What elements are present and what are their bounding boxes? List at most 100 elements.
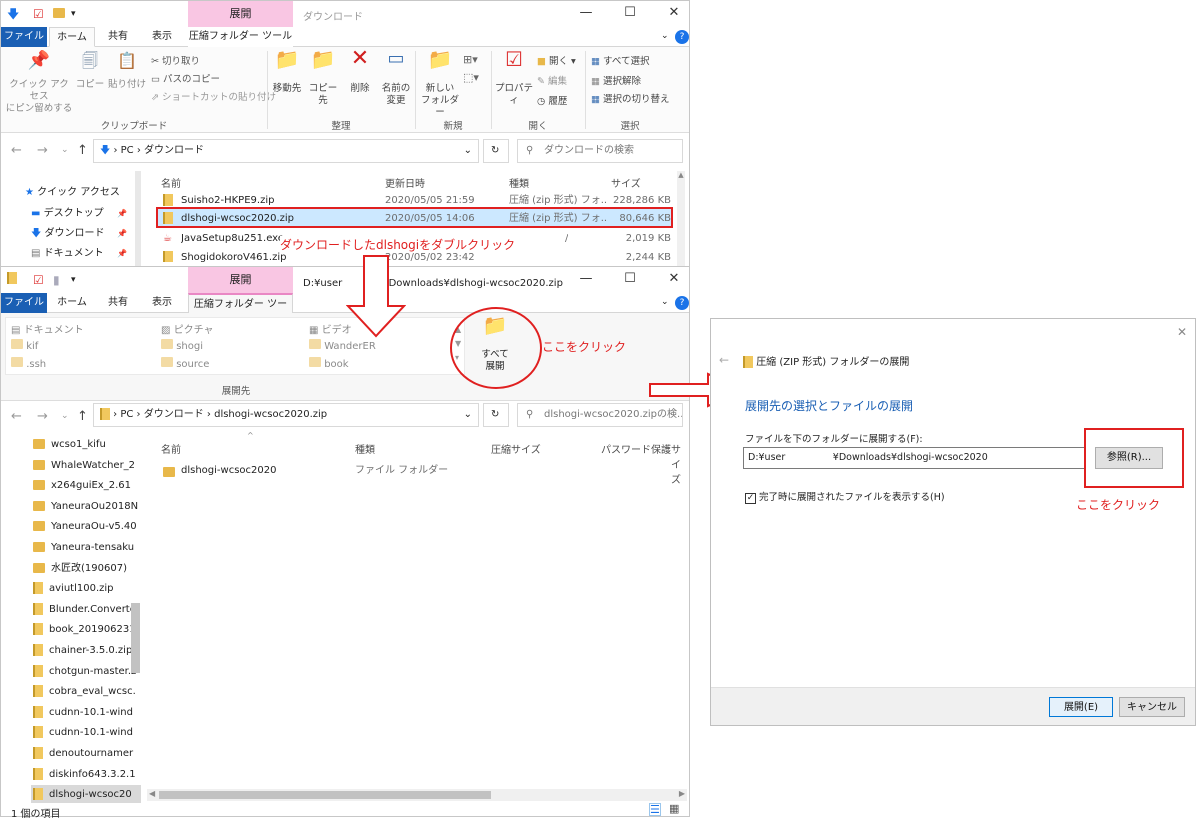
sidebar-item[interactable]: chotgun-master.z [33, 662, 136, 681]
breadcrumb-downloads[interactable]: ダウンロード [144, 409, 204, 420]
file-icon[interactable]: ▮ [53, 272, 60, 288]
checkbox-icon[interactable]: ☑ [33, 272, 44, 288]
open-button[interactable]: ■ 開く ▾ [537, 53, 576, 67]
column-size[interactable]: サイズ [611, 175, 641, 190]
new-folder-button[interactable]: 📁 新しい フォルダー [419, 49, 461, 119]
list-scrollbar[interactable]: ▲ [677, 171, 685, 267]
sidebar-item[interactable]: cobra_eval_wcsc. [33, 682, 136, 701]
sidebar-item[interactable]: denoutournamer [33, 744, 133, 763]
maximize-icon[interactable]: ☐ [615, 5, 645, 20]
dest-pictures[interactable]: ▨ ピクチャ [161, 321, 214, 336]
breadcrumb-downloads[interactable]: ダウンロード [144, 145, 204, 156]
checkbox-icon[interactable]: ☑ [33, 6, 44, 22]
column-type[interactable]: 種類 [509, 175, 529, 190]
sidebar-item[interactable]: cudnn-10.1-wind [33, 703, 133, 722]
refresh-button[interactable]: ↻ [483, 139, 509, 163]
help-icon[interactable]: ? [675, 30, 689, 44]
close-icon[interactable]: ✕ [1177, 325, 1187, 339]
column-name[interactable]: 名前 [161, 441, 181, 456]
dest-shogi[interactable]: shogi [161, 339, 203, 352]
tab-compressed-tools[interactable]: 圧縮フォルダー ツール [188, 293, 293, 330]
minimize-icon[interactable]: — [571, 271, 601, 286]
search-input[interactable]: ⚲ ダウンロードの検索 [517, 139, 683, 163]
sidebar-item[interactable]: wcso1_kifu [33, 435, 106, 454]
address-bar[interactable]: › PC › ダウンロード › dlshogi-wcsoc2020.zip ⌄ [93, 403, 479, 427]
back-icon[interactable]: ← [11, 409, 22, 424]
tab-view[interactable]: 表示 [141, 27, 183, 47]
close-icon[interactable]: ✕ [659, 5, 689, 20]
tab-compressed-tools[interactable]: 圧縮フォルダー ツール [188, 27, 293, 47]
scroll-up-icon[interactable]: ▲ [677, 171, 685, 179]
sidebar-item[interactable]: Blunder.Converte [33, 600, 136, 619]
close-icon[interactable]: ✕ [659, 271, 689, 286]
sidebar-item-documents[interactable]: ▤ ドキュメント [31, 244, 104, 263]
recent-icon[interactable]: ⌄ [61, 145, 69, 155]
back-icon[interactable]: ← [719, 353, 729, 367]
sidebar-item[interactable]: book_201906231 [33, 620, 136, 639]
breadcrumb-pc[interactable]: PC [121, 145, 134, 156]
collapse-ribbon-icon[interactable]: ⌄ [661, 297, 669, 307]
sidebar-item[interactable]: YaneuraOu2018N [33, 497, 138, 516]
tab-share[interactable]: 共有 [97, 293, 139, 313]
scroll-right-icon[interactable]: ▶ [679, 789, 685, 798]
sidebar-item-downloads[interactable]: 🡇 ダウンロード [31, 224, 104, 243]
column-compressed-size[interactable]: 圧縮サイズ [491, 441, 541, 456]
properties-button[interactable]: ☑ プロパティ [493, 49, 535, 107]
history-button[interactable]: ◷ 履歴 [537, 93, 567, 107]
tab-home[interactable]: ホーム [49, 293, 95, 313]
sidebar-item[interactable]: 水匠改(190607) [33, 559, 127, 578]
dest-source[interactable]: source [161, 357, 209, 370]
cut-button[interactable]: ✂ 切り取り [151, 53, 200, 67]
tab-share[interactable]: 共有 [97, 27, 139, 47]
pin-quick-access-button[interactable]: 📌 クイック アクセス にピン留めする [5, 52, 73, 115]
address-bar[interactable]: 🡇 › PC › ダウンロード ⌄ [93, 139, 479, 163]
scroll-left-icon[interactable]: ◀ [149, 789, 155, 798]
sidebar-item[interactable]: dlshogi-wcsoc20 [31, 785, 141, 803]
back-icon[interactable]: ← [11, 143, 22, 158]
column-date[interactable]: 更新日時 [385, 175, 425, 190]
cancel-button[interactable]: キャンセル [1119, 697, 1185, 717]
dest-book[interactable]: book [309, 357, 349, 370]
select-all-button[interactable]: ▦ すべて選択 [591, 53, 649, 67]
minimize-icon[interactable]: — [571, 5, 601, 20]
up-icon[interactable]: ↑ [77, 409, 88, 424]
recent-icon[interactable]: ⌄ [61, 411, 69, 421]
address-dropdown-icon[interactable]: ⌄ [464, 404, 472, 426]
folder-icon[interactable] [53, 6, 65, 22]
copy-button[interactable]: 🗐 コピー [75, 53, 105, 91]
edit-button[interactable]: ✎ 編集 [537, 73, 567, 87]
tab-view[interactable]: 表示 [141, 293, 183, 313]
down-arrow-icon[interactable]: 🡇 [7, 6, 19, 22]
details-view-icon[interactable]: ☰ [649, 803, 661, 816]
easy-access-icon[interactable]: ⬚▾ [463, 71, 479, 84]
paste-button[interactable]: 📋 貼り付け [107, 53, 147, 91]
new-item-icon[interactable]: ⊞▾ [463, 53, 478, 66]
help-icon[interactable]: ? [675, 296, 689, 310]
dest-wanderer[interactable]: WanderER [309, 339, 376, 352]
sidebar-item[interactable]: x264guiEx_2.61 [33, 476, 131, 495]
sidebar-item[interactable]: cudnn-10.1-wind [33, 723, 133, 742]
address-dropdown-icon[interactable]: ⌄ [464, 140, 472, 162]
dest-ssh[interactable]: .ssh [11, 357, 46, 370]
sidebar-scrollbar[interactable] [135, 171, 141, 267]
forward-icon[interactable]: → [37, 143, 48, 158]
scroll-thumb[interactable] [159, 791, 491, 799]
dest-kif[interactable]: kif [11, 339, 38, 352]
show-files-checkbox[interactable]: ✓ 完了時に展開されたファイルを表示する(H) [745, 489, 945, 504]
up-icon[interactable]: ↑ [77, 143, 88, 158]
copy-to-button[interactable]: 📁 コピー先 [305, 49, 341, 107]
refresh-button[interactable]: ↻ [483, 403, 509, 427]
breadcrumb-pc[interactable]: PC [120, 409, 133, 420]
forward-icon[interactable]: → [37, 409, 48, 424]
maximize-icon[interactable]: ☐ [615, 271, 645, 286]
delete-button[interactable]: ✕ 削除 [345, 48, 375, 95]
copy-path-button[interactable]: ▭ パスのコピー [151, 71, 220, 85]
sidebar-item-desktop[interactable]: ▬ デスクトップ [31, 204, 104, 223]
column-name[interactable]: 名前 [161, 175, 181, 190]
customize-qat-icon[interactable]: ▾ [71, 272, 76, 288]
column-password[interactable]: パスワード保護 [601, 441, 671, 456]
sidebar-item[interactable]: WhaleWatcher_2 [33, 456, 135, 475]
paste-shortcut-button[interactable]: ⇗ ショートカットの貼り付け [151, 89, 276, 103]
tab-file[interactable]: ファイル [1, 27, 47, 47]
invert-selection-button[interactable]: ▦ 選択の切り替え [591, 91, 670, 105]
